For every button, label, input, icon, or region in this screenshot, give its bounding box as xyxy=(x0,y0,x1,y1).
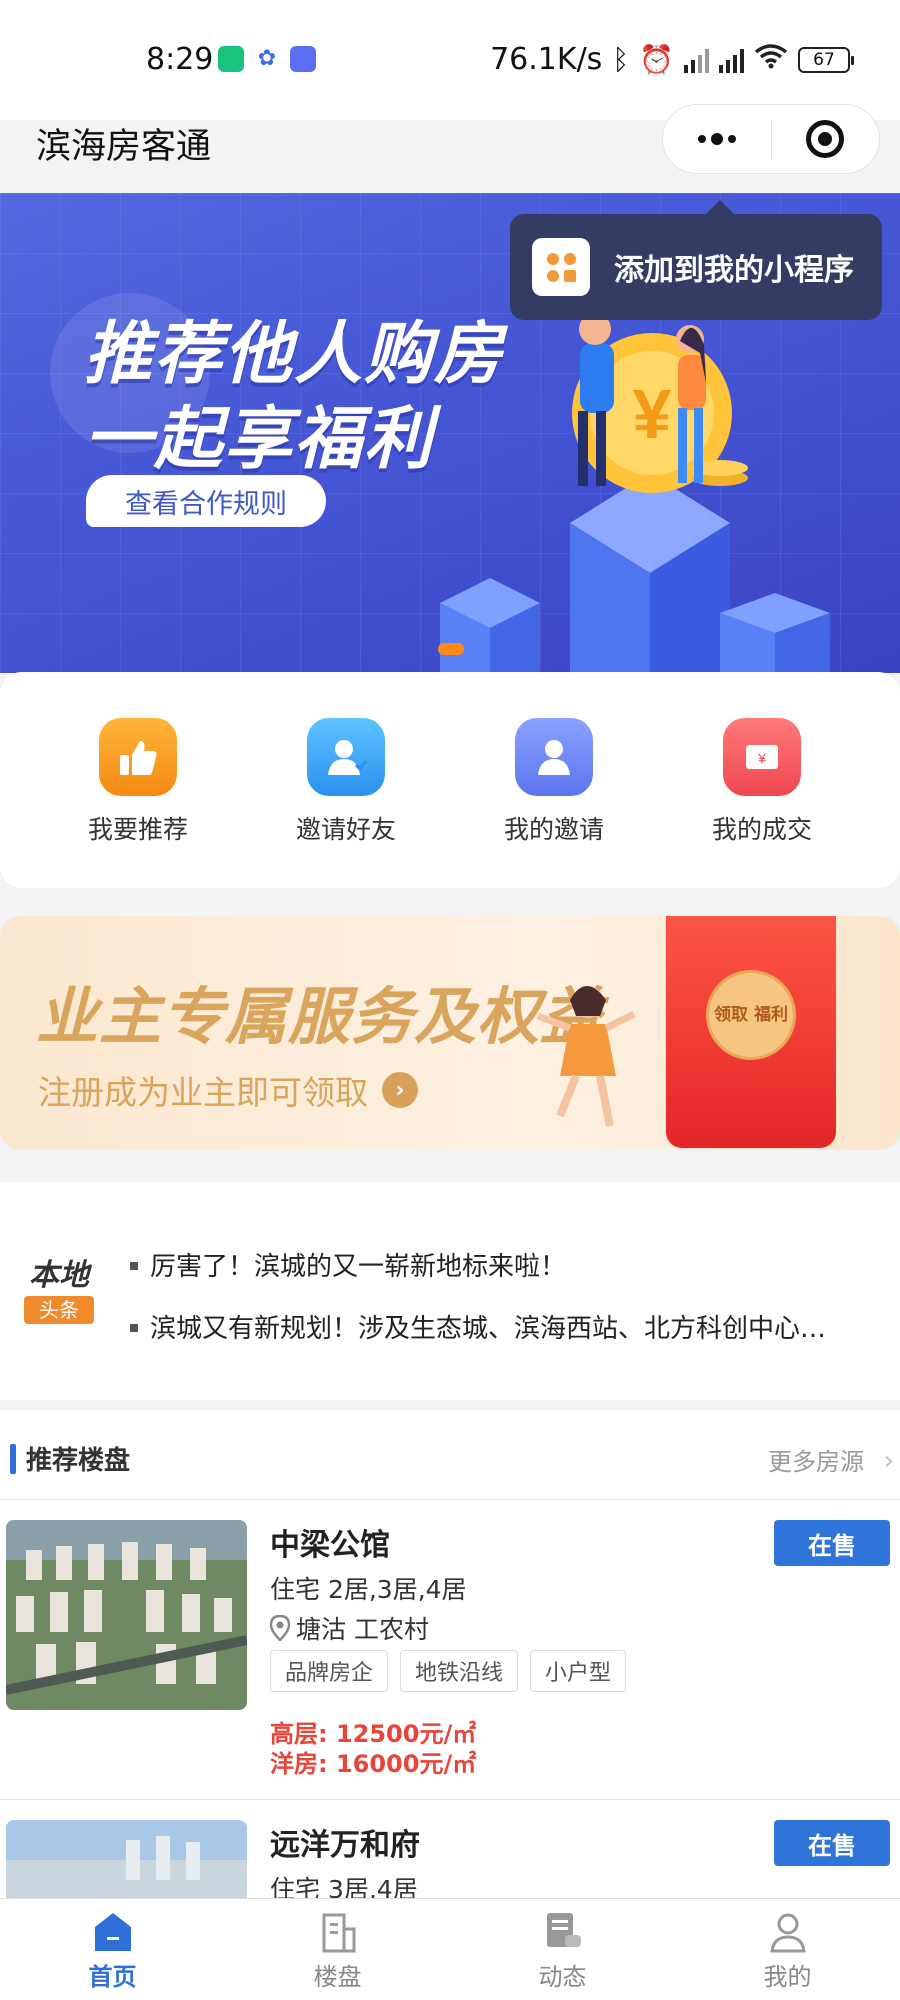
girl-illustration xyxy=(536,986,636,1127)
add-to-my-mini-programs-tip[interactable]: 添加到我的小程序 xyxy=(510,200,882,320)
dot-icon xyxy=(697,135,706,143)
svg-text:¥: ¥ xyxy=(633,375,672,453)
tab-mine[interactable]: 我的 xyxy=(675,1899,900,2000)
property-tags: 品牌房企 地铁沿线 小户型 xyxy=(270,1650,627,1692)
home-icon xyxy=(94,1913,131,1951)
app-title: 滨海房客通 xyxy=(36,127,212,167)
flight-app-icon xyxy=(290,46,316,72)
more-listings-link[interactable]: 更多房源 xyxy=(768,1442,864,1477)
carousel-indicator xyxy=(438,643,464,655)
recommended-title: 推荐楼盘 xyxy=(26,1446,131,1476)
quick-action-invite-friends[interactable]: 邀请好友 xyxy=(242,718,450,846)
thumbs-up-icon xyxy=(99,718,177,796)
chevron-right-icon: › xyxy=(382,1072,418,1108)
section-accent-bar xyxy=(10,1444,16,1474)
buildings-illustration: ¥ xyxy=(440,313,830,673)
quick-actions-card: 我要推荐 邀请好友 我的邀请 ¥ 我的成交 xyxy=(0,672,900,888)
property-name: 中梁公馆 xyxy=(270,1528,390,1563)
tab-properties[interactable]: 楼盘 xyxy=(225,1899,450,2000)
bottom-tab-bar: 首页 楼盘 动态 我的 xyxy=(0,1898,900,2000)
claim-benefit-seal: 领取 福利 xyxy=(706,970,796,1060)
property-tag: 小户型 xyxy=(530,1650,627,1692)
property-type: 住宅 2居,3居,4居 xyxy=(270,1575,467,1604)
property-type: 住宅 3居,4居 xyxy=(270,1875,418,1900)
user-icon xyxy=(769,1913,806,1953)
news-item[interactable]: 厉害了！滨城的又一崭新地标来啦！ xyxy=(130,1246,882,1283)
property-card[interactable]: 中梁公馆 在售 住宅 2居,3居,4居 塘沽 工农村 品牌房企 地铁沿线 小户型… xyxy=(0,1500,900,1800)
badge-local: 本地 xyxy=(29,1258,89,1293)
tab-news[interactable]: 动态 xyxy=(450,1899,675,2000)
status-time: 8:29 xyxy=(146,42,214,77)
status-bar: 8:29 ✿ 76.1K/s ᛒ ⏰ 67 xyxy=(0,0,900,120)
deal-ticket-icon: ¥ xyxy=(723,718,801,796)
quick-action-recommend[interactable]: 我要推荐 xyxy=(34,718,242,846)
tab-label: 我的 xyxy=(763,1963,812,1991)
local-headlines-card: 本地 头条 厉害了！滨城的又一崭新地标来啦！ 滨城又有新规划！涉及生态城、滨海西… xyxy=(0,1182,900,1400)
tab-label: 楼盘 xyxy=(313,1963,362,1991)
status-app-icons: ✿ xyxy=(218,46,316,72)
dot-icon xyxy=(710,133,723,145)
banner-headline-2: 一起享福利 xyxy=(84,400,435,479)
cooperation-rules-button[interactable]: 查看合作规则 xyxy=(86,475,326,527)
tab-label: 动态 xyxy=(538,1963,587,1991)
paw-app-icon: ✿ xyxy=(254,46,280,72)
close-mini-program-button[interactable] xyxy=(772,105,880,173)
battery-icon: 67 xyxy=(798,46,854,73)
sale-status-badge: 在售 xyxy=(774,1820,890,1866)
add-tip-text: 添加到我的小程序 xyxy=(614,253,854,288)
building-icon xyxy=(322,1913,355,1953)
mini-program-icon xyxy=(532,238,590,296)
property-photo xyxy=(6,1520,247,1710)
dot-icon xyxy=(727,135,736,143)
quick-action-my-deals[interactable]: ¥ 我的成交 xyxy=(658,718,866,846)
sale-status-badge: 在售 xyxy=(774,1520,890,1566)
property-name: 远洋万和府 xyxy=(270,1828,420,1863)
bluetooth-icon: ᛒ xyxy=(612,43,630,76)
location-text: 塘沽 工农村 xyxy=(296,1615,429,1644)
status-right: 76.1K/s ᛒ ⏰ 67 xyxy=(490,42,854,77)
news-icon xyxy=(546,1913,581,1947)
more-menu-button[interactable] xyxy=(663,105,771,173)
property-photo xyxy=(6,1820,247,1900)
quick-action-label: 邀请好友 xyxy=(295,815,396,844)
quick-action-label: 我要推荐 xyxy=(87,815,188,844)
property-list: 中梁公馆 在售 住宅 2居,3居,4居 塘沽 工农村 品牌房企 地铁沿线 小户型… xyxy=(0,1500,900,1900)
owner-benefits-title: 业主专属服务及权益 xyxy=(36,980,604,1053)
location-pin-icon xyxy=(270,1615,290,1641)
owner-benefits-banner[interactable]: 业主专属服务及权益 注册成为业主即可领取 › 领取 福利 xyxy=(0,916,900,1150)
my-invitations-icon xyxy=(515,718,593,796)
price-villa: 洋房: 16000元/㎡ xyxy=(270,1750,477,1778)
property-tag: 品牌房企 xyxy=(270,1650,389,1692)
alarm-icon: ⏰ xyxy=(639,43,674,76)
mini-program-capsule xyxy=(662,104,880,174)
owner-subtitle-text: 注册成为业主即可领取 xyxy=(38,1073,368,1112)
local-headlines-badge: 本地 头条 xyxy=(24,1250,94,1324)
quick-action-label: 我的成交 xyxy=(711,815,812,844)
chevron-right-icon: › xyxy=(883,1446,894,1476)
owner-benefits-subtitle: 注册成为业主即可领取 › xyxy=(38,1066,418,1114)
property-location: 塘沽 工农村 xyxy=(270,1610,429,1646)
security-app-icon xyxy=(218,46,244,72)
wifi-icon xyxy=(754,42,788,77)
net-speed: 76.1K/s xyxy=(490,42,603,77)
svg-text:¥: ¥ xyxy=(757,750,766,766)
quick-action-my-invitations[interactable]: 我的邀请 xyxy=(450,718,658,846)
news-item[interactable]: 滨城又有新规划！涉及生态城、滨海西站、北方科创中心… xyxy=(130,1308,882,1345)
signal-1-icon xyxy=(684,47,709,73)
recommended-header: 推荐楼盘 更多房源 › xyxy=(0,1410,900,1500)
target-close-icon xyxy=(806,120,845,158)
property-tag: 地铁沿线 xyxy=(400,1650,519,1692)
property-card[interactable]: 远洋万和府 在售 住宅 3居,4居 xyxy=(0,1800,900,1900)
signal-2-icon xyxy=(719,47,744,73)
red-packet-illustration: 领取 福利 xyxy=(666,916,836,1148)
invite-friend-icon xyxy=(307,718,385,796)
badge-headlines: 头条 xyxy=(24,1296,94,1324)
tab-home[interactable]: 首页 xyxy=(0,1899,225,2000)
tab-label: 首页 xyxy=(88,1963,137,1991)
quick-action-label: 我的邀请 xyxy=(503,815,604,844)
